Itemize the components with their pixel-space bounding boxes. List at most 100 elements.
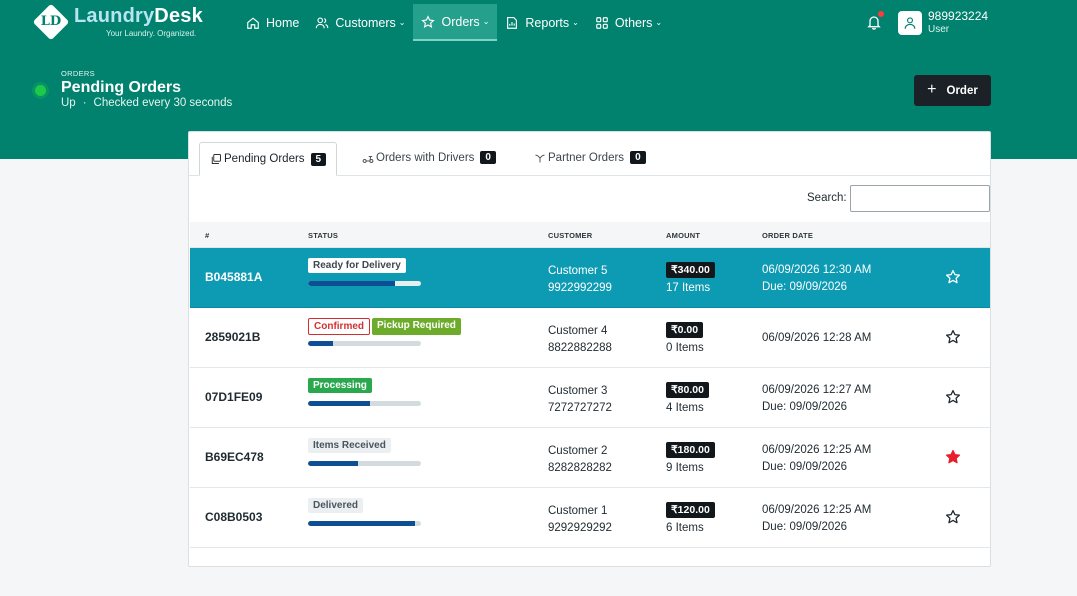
chevron-down-icon: ⌄ bbox=[398, 18, 406, 27]
brand-tagline: Your Laundry. Organized. bbox=[106, 29, 197, 38]
main-nav: Home Customers ⌄ Orders ⌄ Reports ⌄ Others ⌄ bbox=[238, 4, 670, 41]
chevron-down-icon: ⌄ bbox=[655, 18, 663, 27]
order-date-cell: 06/09/2026 12:27 AM Due: 09/09/2026 bbox=[762, 382, 871, 416]
tab-count-badge: 0 bbox=[630, 151, 646, 164]
status-badge: Processing bbox=[308, 378, 372, 393]
item-count: 6 Items bbox=[666, 522, 704, 534]
order-progress-bar bbox=[308, 281, 421, 286]
status-badges: Processing bbox=[308, 378, 372, 393]
nav-reports[interactable]: Reports ⌄ bbox=[497, 4, 586, 41]
due-date: Due: 09/09/2026 bbox=[762, 461, 848, 473]
order-id[interactable]: 2859021B bbox=[205, 330, 260, 344]
chevron-down-icon: ⌄ bbox=[482, 17, 490, 26]
col-amount[interactable]: AMOUNT bbox=[666, 231, 700, 240]
amount-badge: ₹340.00 bbox=[666, 262, 715, 278]
search-label: Search: bbox=[807, 192, 847, 204]
status-badges: Delivered bbox=[308, 498, 364, 513]
nav-home[interactable]: Home bbox=[238, 4, 307, 41]
favorite-star-icon[interactable] bbox=[945, 389, 961, 405]
order-id[interactable]: 07D1FE09 bbox=[205, 390, 262, 404]
order-id[interactable]: C08B0503 bbox=[205, 510, 262, 524]
col-order-date[interactable]: ORDER DATE bbox=[762, 231, 813, 240]
table-row[interactable]: B045881A Ready for Delivery Customer 5 9922… bbox=[190, 248, 990, 308]
col-status[interactable]: STATUS bbox=[308, 231, 338, 240]
amount-cell: ₹340.00 17 Items bbox=[666, 262, 715, 297]
order-progress-fill bbox=[308, 401, 371, 406]
nav-others[interactable]: Others ⌄ bbox=[587, 4, 670, 41]
status-badges: Ready for Delivery bbox=[308, 258, 406, 273]
customer-phone: 8822882288 bbox=[548, 342, 612, 354]
user-role: User bbox=[928, 23, 950, 35]
customer-name[interactable]: Customer 3 bbox=[548, 383, 612, 400]
order-id[interactable]: B69EC478 bbox=[205, 450, 264, 464]
customer-cell: Customer 5 9922992299 bbox=[548, 263, 612, 297]
favorite-star-icon[interactable] bbox=[945, 269, 961, 285]
chevron-down-icon: ⌄ bbox=[572, 18, 579, 27]
customer-cell: Customer 2 8282828282 bbox=[548, 443, 612, 477]
order-progress-bar bbox=[308, 401, 421, 406]
order-progress-fill bbox=[308, 461, 358, 466]
users-icon bbox=[316, 17, 329, 28]
reports-icon bbox=[507, 16, 518, 29]
order-progress-bar bbox=[308, 341, 421, 346]
home-icon bbox=[247, 16, 259, 29]
status-indicator bbox=[35, 85, 46, 96]
order-progress-fill bbox=[308, 521, 416, 526]
customer-phone: 9922992299 bbox=[548, 282, 612, 294]
plus-icon: + bbox=[927, 80, 937, 98]
page-subtitle: Up · Checked every 30 seconds bbox=[61, 97, 233, 109]
status-badge: Delivered bbox=[308, 498, 364, 513]
customer-name[interactable]: Customer 1 bbox=[548, 503, 612, 520]
customer-name[interactable]: Customer 4 bbox=[548, 323, 612, 340]
order-progress-bar bbox=[308, 521, 421, 526]
favorite-star-icon[interactable] bbox=[945, 449, 961, 465]
amount-cell: ₹80.00 4 Items bbox=[666, 382, 709, 417]
order-id[interactable]: B045881A bbox=[205, 270, 262, 284]
favorite-star-icon[interactable] bbox=[945, 329, 961, 345]
tab-orders-with-drivers[interactable]: Orders with Drivers 0 bbox=[352, 142, 506, 173]
nav-customers[interactable]: Customers ⌄ bbox=[307, 4, 413, 41]
due-date: Due: 09/09/2026 bbox=[762, 521, 848, 533]
customer-phone: 9292929292 bbox=[548, 522, 612, 534]
search-input[interactable] bbox=[850, 185, 990, 212]
col-customer[interactable]: CUSTOMER bbox=[548, 231, 592, 240]
page-title: Pending Orders bbox=[61, 79, 182, 96]
status-badge: Items Received bbox=[308, 438, 391, 453]
scooter-icon bbox=[362, 155, 374, 163]
customer-cell: Customer 1 9292929292 bbox=[548, 503, 612, 537]
user-avatar[interactable] bbox=[898, 11, 922, 35]
customer-phone: 8282828282 bbox=[548, 462, 612, 474]
amount-badge: ₹0.00 bbox=[666, 322, 704, 338]
customer-name[interactable]: Customer 5 bbox=[548, 263, 612, 280]
customer-cell: Customer 3 7272727272 bbox=[548, 383, 612, 417]
top-navbar: LD LaundryDesk Your Laundry. Organized. … bbox=[0, 0, 1077, 51]
amount-badge: ₹120.00 bbox=[666, 502, 715, 518]
table-row[interactable]: 2859021B Confirmed Pickup Required Customer… bbox=[190, 308, 990, 368]
tab-pending-orders[interactable]: Pending Orders 5 bbox=[199, 142, 338, 176]
handshake-icon bbox=[535, 154, 545, 162]
amount-badge: ₹180.00 bbox=[666, 442, 715, 458]
status-badge: Confirmed bbox=[308, 318, 370, 335]
orders-card: Pending Orders 5 Orders with Drivers 0 Par… bbox=[188, 131, 991, 567]
table-row[interactable]: B69EC478 Items Received Customer 2 82828282… bbox=[190, 428, 990, 488]
favorite-star-icon[interactable] bbox=[945, 509, 961, 525]
user-phone: 989923224 bbox=[928, 9, 989, 23]
tab-partner-orders[interactable]: Partner Orders 0 bbox=[524, 142, 656, 173]
amount-cell: ₹120.00 6 Items bbox=[666, 502, 715, 537]
table-row[interactable]: C08B0503 Delivered Customer 1 9292929292 ₹12… bbox=[190, 488, 990, 548]
user-icon bbox=[904, 17, 916, 29]
status-badge: Ready for Delivery bbox=[308, 258, 406, 273]
col-id[interactable]: # bbox=[205, 231, 209, 240]
table-header: # STATUS CUSTOMER AMOUNT ORDER DATE bbox=[190, 222, 990, 248]
check-interval-text: Checked every 30 seconds bbox=[93, 97, 233, 109]
tab-count-badge: 0 bbox=[480, 151, 496, 164]
customer-name[interactable]: Customer 2 bbox=[548, 443, 612, 460]
nav-orders[interactable]: Orders ⌄ bbox=[413, 4, 498, 41]
user-menu[interactable]: 989923224 User bbox=[928, 9, 989, 35]
brand-logo[interactable]: LD LaundryDesk Your Laundry. Organized. bbox=[32, 3, 203, 41]
new-order-button[interactable]: + Order bbox=[914, 75, 991, 106]
table-row[interactable]: 07D1FE09 Processing Customer 3 7272727272 ₹8… bbox=[190, 368, 990, 428]
status-badges: Confirmed Pickup Required bbox=[308, 318, 461, 335]
grid-icon bbox=[596, 16, 608, 29]
item-count: 9 Items bbox=[666, 462, 704, 474]
